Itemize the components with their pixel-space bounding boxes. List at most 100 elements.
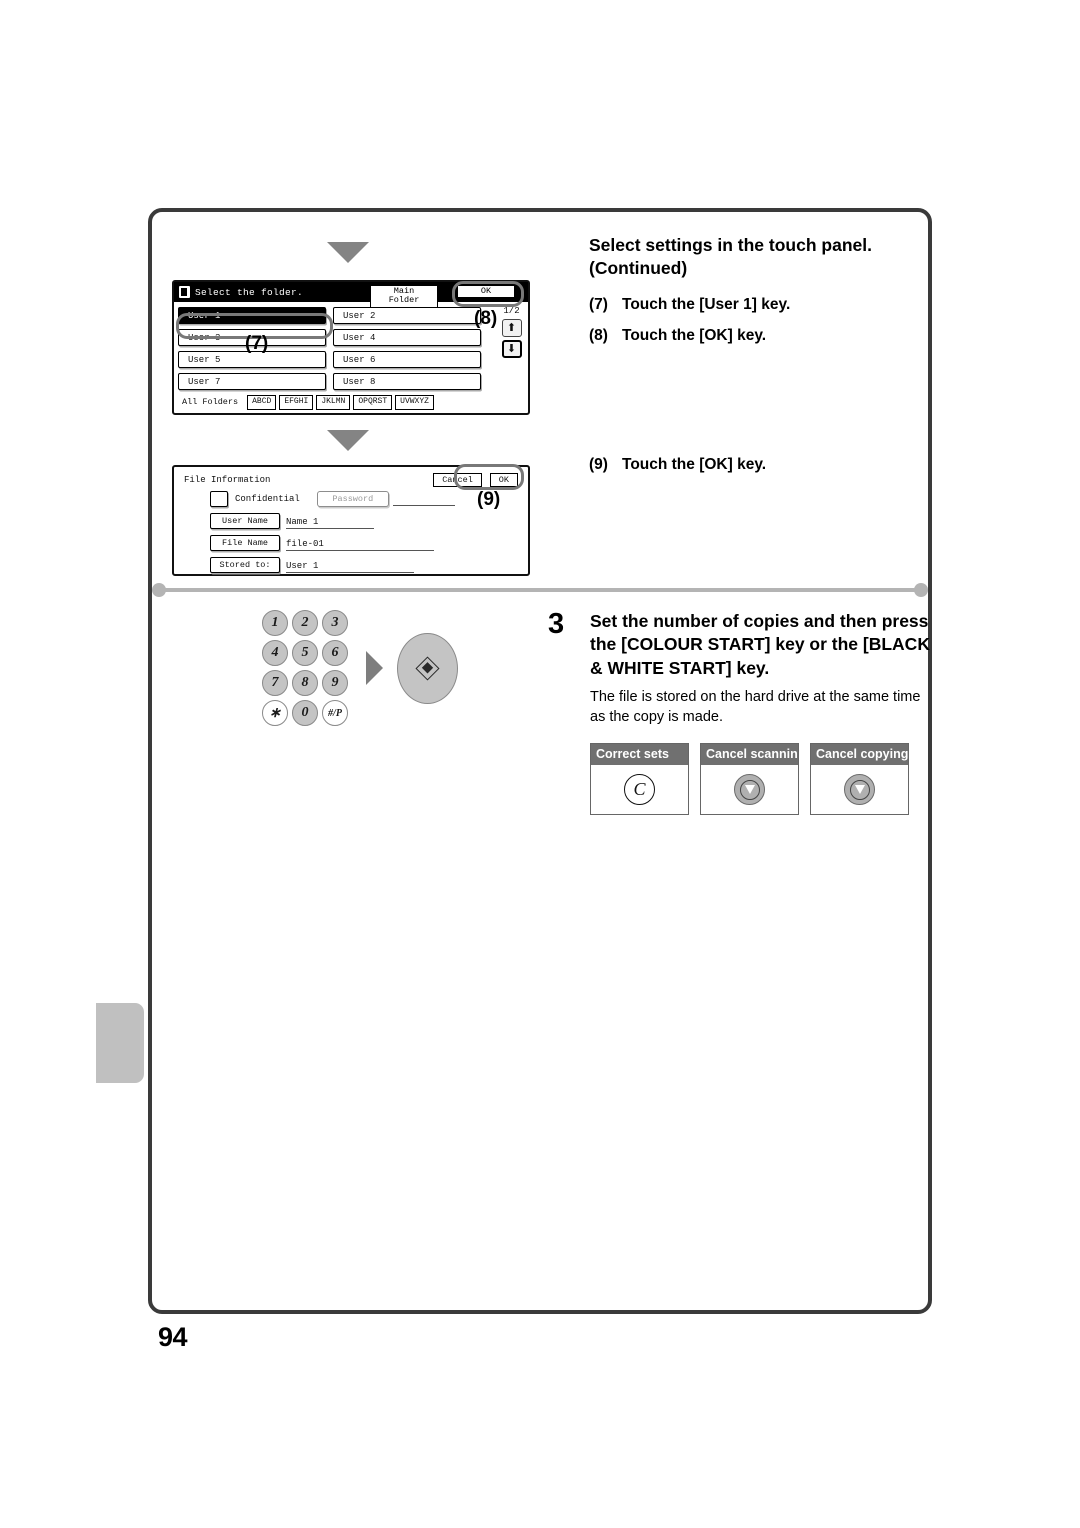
cancel-copying-label: Cancel copying: [811, 744, 908, 766]
stop-icon-inner: [739, 779, 760, 800]
folder-key-user-4[interactable]: User 4: [333, 329, 481, 346]
file-panel-top-buttons: Cancel OK: [433, 473, 518, 487]
folder-panel-side-controls: 1/2 ⬆ ⬇: [499, 306, 524, 358]
section-tab-marker: [96, 1003, 144, 1083]
keypad-key-asterisk[interactable]: ∗: [262, 700, 288, 726]
folder-key-user-8[interactable]: User 8: [333, 373, 481, 390]
cancel-scanning-key-box[interactable]: Cancel scanning: [700, 743, 799, 816]
start-key-button[interactable]: [397, 632, 458, 704]
password-button[interactable]: Password: [316, 491, 389, 507]
callout-7: (7): [245, 333, 269, 354]
folder-panel-ok-button[interactable]: OK: [457, 285, 515, 299]
keypad-key-7[interactable]: 7: [262, 670, 288, 696]
cancel-scanning-label: Cancel scanning: [701, 744, 798, 766]
tab-uvwxyz[interactable]: UVWXYZ: [395, 395, 434, 410]
file-cancel-button[interactable]: Cancel: [433, 473, 482, 487]
tab-efghi[interactable]: EFGHI: [279, 395, 314, 410]
divider-line: [160, 588, 920, 592]
step-3-body: Set the number of copies and then press …: [590, 610, 938, 816]
keypad-key-0[interactable]: 0: [292, 700, 318, 726]
folder-key-user-6[interactable]: User 6: [333, 351, 481, 368]
file-ok-button[interactable]: OK: [489, 473, 518, 487]
keypad-key-3[interactable]: 3: [322, 610, 348, 636]
callout-8: (8): [474, 308, 498, 329]
start-diamond-icon: [415, 655, 440, 681]
step-7-number: (7): [589, 295, 608, 313]
correct-sets-label: Correct sets: [591, 744, 688, 766]
file-information-touch-panel: File Information Cancel OK Confidential …: [172, 465, 530, 576]
correct-sets-key-box[interactable]: Correct sets C: [590, 743, 689, 816]
instructions-column-step9: (9) Touch the [OK] key.: [589, 455, 934, 486]
arrow-down-icon: ⬇: [506, 342, 517, 355]
folder-panel-title: Select the folder.: [195, 286, 304, 298]
folder-panel-header: Select the folder. Main Folder OK: [174, 282, 528, 308]
keypad-illustration: 1 2 3 4 5 6 7 8 9 ∗ 0 #/P: [262, 610, 458, 726]
step-3-title: Set the number of copies and then press …: [590, 611, 930, 678]
file-name-button[interactable]: File Name: [210, 535, 280, 551]
keypad-key-6[interactable]: 6: [322, 640, 348, 666]
stored-to-row: Stored to: User 1: [210, 557, 518, 573]
document-folder-icon: [179, 286, 190, 298]
step-9-text: Touch the [OK] key.: [622, 456, 767, 473]
keypad-key-8[interactable]: 8: [292, 670, 318, 696]
flow-arrow-down-middle: [327, 430, 369, 451]
content-frame: Select the folder. Main Folder OK User 1…: [148, 208, 932, 1314]
keypad-key-9[interactable]: 9: [322, 670, 348, 696]
stop-triangle-icon: [854, 785, 865, 795]
stop-icon-inner: [849, 779, 870, 800]
folder-select-touch-panel: Select the folder. Main Folder OK User 1…: [172, 280, 530, 415]
step-7-text: Touch the [User 1] key.: [622, 295, 791, 313]
stop-triangle-icon: [744, 785, 755, 795]
confidential-row: Confidential Password: [210, 491, 518, 507]
file-name-row: File Name file-01: [210, 535, 518, 551]
divider-cap-right: [914, 583, 928, 597]
step-3-number: 3: [548, 608, 565, 640]
callout-9: (9): [477, 489, 501, 510]
instructions-heading: Select settings in the touch panel. (Con…: [589, 235, 872, 279]
scroll-down-button[interactable]: ⬇: [501, 340, 522, 358]
keypad-key-2[interactable]: 2: [292, 610, 318, 636]
operation-key-boxes: Correct sets C Cancel scanning Cancel co…: [590, 743, 938, 816]
step-9-number: (9): [589, 456, 608, 473]
confidential-checkbox[interactable]: [210, 491, 228, 507]
folder-key-user-2[interactable]: User 2: [333, 307, 481, 324]
clear-icon: C: [624, 774, 655, 806]
user-name-value: Name 1: [286, 514, 374, 529]
cancel-copying-key-box[interactable]: Cancel copying: [810, 743, 909, 816]
instruction-step-9: (9) Touch the [OK] key.: [589, 455, 934, 475]
step-3-note: The file is stored on the hard drive at …: [590, 688, 921, 726]
folder-key-user-1[interactable]: User 1: [178, 307, 326, 324]
password-field-underline[interactable]: [392, 493, 455, 506]
instruction-step-7: (7) Touch the [User 1] key.: [589, 295, 934, 315]
instructions-column: Select settings in the touch panel. (Con…: [589, 234, 934, 357]
user-name-button[interactable]: User Name: [210, 513, 280, 529]
keypad-key-5[interactable]: 5: [292, 640, 318, 666]
step-8-number: (8): [589, 326, 608, 344]
correct-sets-body: C: [591, 765, 688, 814]
tab-opqrst[interactable]: OPQRST: [353, 395, 393, 410]
tab-all-folders[interactable]: All Folders: [178, 395, 245, 410]
folder-page-indicator: 1/2: [503, 306, 520, 316]
flow-arrow-right-icon: [366, 651, 383, 685]
step-8-text: Touch the [OK] key.: [622, 326, 767, 344]
flow-arrow-down-top: [327, 242, 369, 263]
page-root: 94 Select the folder. Main Folder OK Use…: [0, 0, 1080, 1528]
user-name-row: User Name Name 1: [210, 513, 518, 529]
keypad-key-4[interactable]: 4: [262, 640, 288, 666]
folder-key-grid: User 1 User 2 User 3 User 4 User 5 User …: [178, 307, 481, 390]
tab-jklmn[interactable]: JKLMN: [316, 395, 351, 410]
folder-key-user-7[interactable]: User 7: [178, 373, 326, 390]
cancel-copying-body: [811, 765, 908, 814]
confidential-label: Confidential: [235, 494, 300, 504]
stored-to-button[interactable]: Stored to:: [210, 557, 280, 573]
page-number: 94: [158, 1322, 188, 1352]
keypad-key-1[interactable]: 1: [262, 610, 288, 636]
step-3-block: 3 Set the number of copies and then pres…: [548, 608, 938, 816]
tab-abcd[interactable]: ABCD: [247, 395, 277, 410]
section-divider: [152, 583, 928, 597]
scroll-up-button[interactable]: ⬆: [501, 319, 522, 337]
numeric-keypad: 1 2 3 4 5 6 7 8 9 ∗ 0 #/P: [262, 610, 348, 726]
keypad-key-hash-p[interactable]: #/P: [322, 700, 348, 726]
stop-icon: [734, 774, 765, 806]
cancel-scanning-body: [701, 765, 798, 814]
